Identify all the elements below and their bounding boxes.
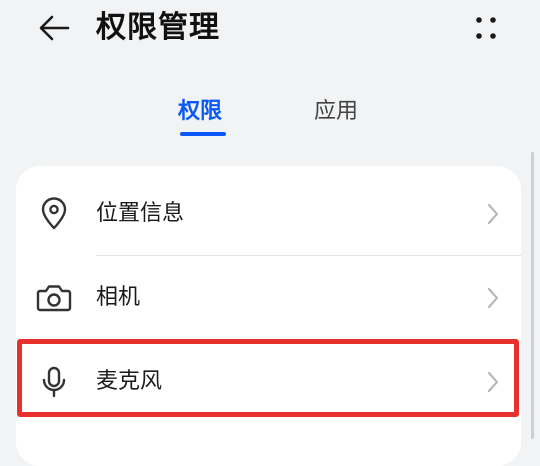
chevron-right-icon <box>487 371 499 393</box>
active-tab-indicator <box>180 132 226 136</box>
tab-bar: 权限 应用 <box>0 96 540 140</box>
camera-icon <box>36 280 72 316</box>
list-item-label: 相机 <box>96 285 141 310</box>
page-title: 权限管理 <box>96 10 220 45</box>
back-button[interactable] <box>32 10 76 46</box>
list-item-location[interactable]: 位置信息 <box>16 172 521 256</box>
location-pin-icon <box>36 196 72 232</box>
back-arrow-icon <box>39 15 70 41</box>
tab-permissions[interactable]: 权限 <box>178 96 222 128</box>
more-dots-icon <box>476 17 496 39</box>
scrollbar[interactable] <box>531 152 534 439</box>
list-item-label: 位置信息 <box>96 201 185 226</box>
list-item-label: 麦克风 <box>96 369 163 394</box>
chevron-right-icon <box>487 203 499 225</box>
permissions-list-card: 位置信息 相机 麦克风 <box>16 166 521 466</box>
tab-apps[interactable]: 应用 <box>314 96 358 128</box>
list-item-microphone[interactable]: 麦克风 <box>16 340 521 424</box>
microphone-icon <box>36 364 72 400</box>
list-item-camera[interactable]: 相机 <box>16 256 521 340</box>
app-header: 权限管理 <box>0 0 540 60</box>
more-options-button[interactable] <box>466 8 506 48</box>
chevron-right-icon <box>487 287 499 309</box>
